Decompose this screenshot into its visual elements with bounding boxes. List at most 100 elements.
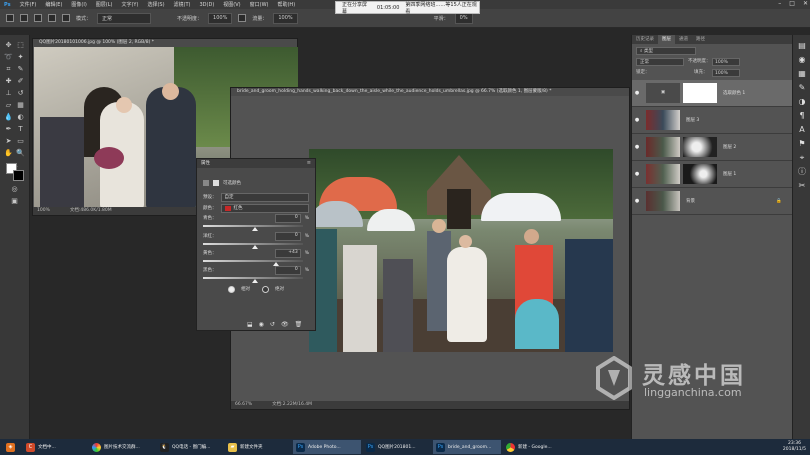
panel-menu-icon[interactable]: ≡: [307, 160, 311, 166]
minimize-icon[interactable]: –: [778, 0, 781, 9]
close-icon[interactable]: ✕: [803, 0, 808, 9]
yellow-slider-track[interactable]: [203, 260, 303, 262]
menu-select[interactable]: 选择(S): [147, 1, 164, 8]
reset-icon[interactable]: ↺: [270, 321, 275, 328]
background-color-swatch[interactable]: [13, 170, 24, 181]
eraser-tool-icon[interactable]: ▱: [4, 101, 13, 110]
document-2-title[interactable]: bride_and_groom_holding_hands_walking_ba…: [231, 88, 629, 96]
screen-mode-icon[interactable]: ▣: [10, 197, 19, 206]
paragraph-panel-icon[interactable]: ¶: [797, 111, 807, 121]
layer-row-background[interactable]: ● 背景 🔒: [632, 188, 792, 215]
fill-field[interactable]: 100%: [712, 69, 740, 77]
tool-preset-icon[interactable]: [6, 14, 14, 22]
color-panel-icon[interactable]: ◉: [797, 55, 807, 65]
history-panel-icon[interactable]: ▤: [797, 41, 807, 51]
magic-wand-tool-icon[interactable]: ✦: [16, 53, 25, 62]
new-selection-icon[interactable]: [20, 14, 28, 22]
clip-to-layer-icon[interactable]: ⬓: [247, 321, 253, 328]
character-panel-icon[interactable]: A: [797, 125, 807, 135]
magenta-value[interactable]: 0: [274, 231, 301, 241]
move-tool-icon[interactable]: ✥: [4, 41, 13, 50]
document-2-zoom[interactable]: 66.67%: [235, 401, 252, 409]
adjustments-panel-icon[interactable]: ◑: [797, 97, 807, 107]
view-previous-icon[interactable]: ◉: [259, 321, 264, 328]
layer-row-1[interactable]: ● 图层 1: [632, 161, 792, 188]
start-button[interactable]: ◈: [0, 440, 21, 454]
dodge-tool-icon[interactable]: ◐: [16, 113, 25, 122]
healing-tool-icon[interactable]: ✚: [4, 77, 13, 86]
layer-mask-thumbnail[interactable]: [683, 164, 717, 184]
info-panel-icon[interactable]: ⓘ: [797, 167, 807, 177]
taskbar-item-chrome[interactable]: 新建 - Google...: [503, 440, 571, 454]
history-brush-icon[interactable]: ↺: [16, 89, 25, 98]
menu-file[interactable]: 文件(F): [20, 1, 37, 8]
brush-panel-icon[interactable]: ✎: [797, 83, 807, 93]
menu-type[interactable]: 文字(Y): [121, 1, 138, 8]
taskbar-item-folder[interactable]: ▰ 新建文件夹: [225, 440, 291, 454]
layer-row-selective-color[interactable]: ● ▣ 选取颜色 1: [632, 80, 792, 107]
taskbar-item-photoshop[interactable]: Ps Adobe Photo...: [293, 440, 361, 454]
swatches-panel-icon[interactable]: ▦: [797, 69, 807, 79]
menu-edit[interactable]: 编辑(E): [45, 1, 62, 8]
blend-mode-select[interactable]: 正常: [636, 58, 684, 66]
menu-layer[interactable]: 图层(L): [96, 1, 113, 8]
tool-presets-panel-icon[interactable]: ⌖: [797, 153, 807, 163]
tab-paths[interactable]: 路径: [692, 35, 709, 44]
taskbar-item-doc[interactable]: C 文档中...: [23, 440, 87, 454]
layer-opacity-field[interactable]: 100%: [712, 58, 740, 66]
add-selection-icon[interactable]: [34, 14, 42, 22]
taskbar-item-qq-call[interactable]: 🐧 QQ电话 - 图门编...: [157, 440, 223, 454]
menu-window[interactable]: 窗口(W): [250, 1, 269, 8]
black-slider-handle[interactable]: [252, 279, 258, 283]
eye-icon[interactable]: ●: [632, 198, 642, 204]
color-select[interactable]: 红色: [220, 203, 309, 213]
crop-tool-icon[interactable]: ⌗: [4, 65, 13, 74]
maximize-icon[interactable]: □: [789, 0, 795, 9]
layer-mask-thumbnail[interactable]: [683, 83, 717, 103]
pen-tool-icon[interactable]: ✒: [4, 125, 13, 134]
intersect-selection-icon[interactable]: [62, 14, 70, 22]
absolute-radio[interactable]: [262, 285, 269, 293]
lasso-tool-icon[interactable]: ➰: [4, 53, 13, 62]
path-select-tool-icon[interactable]: ➤: [4, 137, 13, 146]
glyphs-panel-icon[interactable]: ⚑: [797, 139, 807, 149]
black-value[interactable]: 0: [274, 265, 301, 275]
layer-mask-thumbnail[interactable]: [683, 137, 717, 157]
eyedropper-tool-icon[interactable]: ✎: [16, 65, 25, 74]
antialias-checkbox[interactable]: [238, 14, 247, 22]
cyan-value[interactable]: 0: [274, 213, 301, 223]
relative-radio[interactable]: [228, 285, 235, 293]
layer-row-2[interactable]: ● 图层 2: [632, 134, 792, 161]
menu-view[interactable]: 视图(V): [223, 1, 240, 8]
eye-icon[interactable]: ●: [632, 171, 642, 177]
eye-icon[interactable]: ●: [632, 90, 642, 96]
stamp-tool-icon[interactable]: ⊥: [4, 89, 13, 98]
yellow-value[interactable]: +43: [274, 248, 301, 258]
subtract-selection-icon[interactable]: [48, 14, 56, 22]
tab-history[interactable]: 历史记录: [632, 35, 658, 44]
document-1-title[interactable]: QQ图片20180101006.jpg @ 100% (图层 2, RGB/8)…: [33, 39, 297, 47]
document-1-zoom[interactable]: 100%: [37, 207, 50, 215]
trash-icon[interactable]: 🗑: [295, 321, 303, 328]
mode-select[interactable]: 正常: [97, 12, 152, 24]
tab-layers[interactable]: 图层: [658, 35, 675, 44]
flow-field[interactable]: 100%: [273, 12, 298, 24]
taskbar-item-bride-doc[interactable]: Ps bride_and_groom...: [433, 440, 501, 454]
taskbar-item-group[interactable]: 图片技术交流群...: [89, 440, 155, 454]
visibility-icon[interactable]: 👁: [281, 321, 289, 328]
properties-tab[interactable]: 属性: [197, 159, 315, 168]
layer-row-3[interactable]: ● 图层 3: [632, 107, 792, 134]
gradient-tool-icon[interactable]: ▦: [16, 101, 25, 110]
layer-mask-icon[interactable]: [213, 180, 219, 186]
type-tool-icon[interactable]: T: [16, 125, 25, 134]
opacity-field[interactable]: 100%: [208, 12, 233, 24]
menu-image[interactable]: 图像(I): [71, 1, 86, 8]
quick-mask-icon[interactable]: ◎: [10, 185, 19, 194]
taskbar-item-qq-image[interactable]: Ps QQ图片201801...: [363, 440, 431, 454]
preset-select[interactable]: 自定: [220, 192, 309, 202]
channels-panel-icon[interactable]: ✂: [797, 181, 807, 191]
shape-tool-icon[interactable]: ▭: [16, 137, 25, 146]
menu-help[interactable]: 帮助(H): [277, 1, 295, 8]
system-clock[interactable]: 23:36 2018/11/5: [783, 439, 806, 455]
menu-filter[interactable]: 滤镜(T): [174, 1, 191, 8]
